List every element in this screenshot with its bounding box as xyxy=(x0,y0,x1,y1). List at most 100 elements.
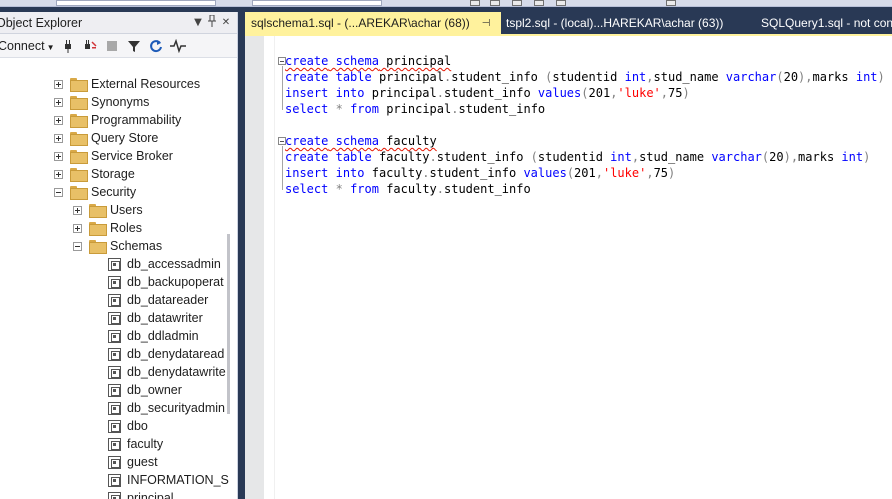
tree-node-folder[interactable]: Synonyms xyxy=(54,93,149,111)
tree-node-schema[interactable]: db_backupoperat xyxy=(108,273,224,291)
tree-node-label: Users xyxy=(110,203,143,217)
expand-plus-icon[interactable] xyxy=(73,223,82,233)
code-line[interactable]: insert into principal.student_info value… xyxy=(285,85,690,101)
expand-plus-icon[interactable] xyxy=(54,151,63,161)
code-token: 201 xyxy=(588,86,611,100)
connect-plug-icon[interactable] xyxy=(60,38,76,54)
expand-plus-icon[interactable] xyxy=(54,79,63,89)
code-token: int xyxy=(855,70,878,84)
toolbar-button-icon[interactable] xyxy=(490,0,500,6)
tree-node-schema[interactable]: db_accessadmin xyxy=(108,255,221,273)
schema-icon xyxy=(108,419,121,433)
collapse-region-icon[interactable] xyxy=(278,137,286,145)
collapse-minus-icon[interactable] xyxy=(54,187,63,197)
code-line[interactable]: insert into faculty.student_info values(… xyxy=(285,165,675,181)
tree-node-schema[interactable]: db_ddladmin xyxy=(108,327,199,345)
toolbar-button-icon[interactable] xyxy=(556,0,566,6)
code-token: from xyxy=(350,182,379,196)
schema-icon xyxy=(108,257,121,271)
code-token: varchar xyxy=(711,150,762,164)
code-token: int xyxy=(610,150,632,164)
tree-node-folder[interactable]: Roles xyxy=(73,219,142,237)
expand-plus-icon[interactable] xyxy=(73,205,82,215)
refresh-icon[interactable] xyxy=(148,38,164,54)
code-token: principal xyxy=(378,54,452,68)
tree-node-schema[interactable]: db_securityadmin xyxy=(108,399,225,417)
code-line[interactable]: create table principal.student_info (stu… xyxy=(285,69,885,85)
tab-sqlschema1[interactable]: sqlschema1.sql - (...AREKAR\achar (68)) … xyxy=(245,12,501,34)
tree-node-schema[interactable]: db_owner xyxy=(108,381,182,399)
folder-icon xyxy=(70,96,88,110)
code-line[interactable]: create schema faculty xyxy=(285,133,437,149)
disconnect-icon[interactable] xyxy=(82,38,98,54)
tree-node-folder[interactable]: Programmability xyxy=(54,111,181,129)
tree-node-schema[interactable]: faculty xyxy=(108,435,163,453)
close-icon[interactable]: ✕ xyxy=(500,16,501,30)
tree-node-label: db_denydatawrite xyxy=(127,365,226,379)
code-token: 201 xyxy=(574,166,596,180)
tree-node-schema[interactable]: principal xyxy=(108,489,174,499)
toolbar-button-icon[interactable] xyxy=(666,0,676,6)
toolbar-button-icon[interactable] xyxy=(534,0,544,6)
tree-node-schema[interactable]: db_denydatawrite xyxy=(108,363,226,381)
tree-node-folder[interactable]: Query Store xyxy=(54,129,158,147)
tree-node-schema[interactable]: guest xyxy=(108,453,158,471)
expand-plus-icon[interactable] xyxy=(54,169,63,179)
tree-node-schema[interactable]: db_denydataread xyxy=(108,345,224,363)
code-token: ) xyxy=(682,86,690,100)
folder-icon xyxy=(70,186,88,200)
tree-node-label: guest xyxy=(127,455,158,469)
query-editor[interactable]: create schema principal create table prin… xyxy=(245,36,892,499)
pin-icon[interactable]: ⊣ xyxy=(482,18,491,29)
toolbar-button-icon[interactable] xyxy=(512,0,522,6)
tree-scrollbar[interactable] xyxy=(227,234,230,414)
schema-icon xyxy=(108,473,121,487)
tree-node-schema[interactable]: INFORMATION_S xyxy=(108,471,229,489)
tree-node-label: db_backupoperat xyxy=(127,275,224,289)
tab-tspl2[interactable]: tspl2.sql - (local)...HAREKAR\achar (63)… xyxy=(506,12,731,34)
code-line[interactable]: create schema principal xyxy=(285,53,451,69)
indicator-margin xyxy=(245,36,264,499)
tree-node-folder[interactable]: Service Broker xyxy=(54,147,173,165)
code-token: ) xyxy=(863,150,871,164)
stop-icon[interactable] xyxy=(104,38,120,54)
toolbar-combo-box[interactable] xyxy=(56,0,216,6)
code-token: int xyxy=(841,150,864,164)
tree-node-folder[interactable]: Users xyxy=(73,201,143,219)
activity-monitor-icon[interactable] xyxy=(170,38,187,54)
code-token: principal xyxy=(378,102,452,116)
tab-sqlquery1[interactable]: SQLQuery1.sql - not connected xyxy=(761,12,892,34)
connect-button[interactable]: Connect ▼ xyxy=(0,39,54,53)
collapse-region-icon[interactable] xyxy=(278,57,286,65)
pin-icon[interactable] xyxy=(205,14,219,30)
expand-plus-icon[interactable] xyxy=(54,133,63,143)
toolbar-button-icon[interactable] xyxy=(470,0,480,6)
code-line[interactable]: create table faculty.student_info (stude… xyxy=(285,149,870,165)
tree-node-folder[interactable]: Security xyxy=(54,183,136,201)
collapse-minus-icon[interactable] xyxy=(73,241,82,251)
fold-guide-line xyxy=(282,146,283,190)
filter-icon[interactable] xyxy=(126,38,142,54)
code-line[interactable]: select * from faculty.student_info xyxy=(285,181,531,197)
tree-node-schema[interactable]: db_datawriter xyxy=(108,309,203,327)
expand-plus-icon[interactable] xyxy=(54,115,63,125)
expand-plus-icon[interactable] xyxy=(54,97,63,107)
tree-node-label: db_datareader xyxy=(127,293,209,307)
tree-node-label: Service Broker xyxy=(91,149,173,163)
tree-node-label: db_accessadmin xyxy=(127,257,221,271)
code-token: , xyxy=(595,166,603,180)
tree-node-folder[interactable]: External Resources xyxy=(54,75,200,93)
code-token: create xyxy=(285,54,329,68)
code-token: 75 xyxy=(653,166,669,180)
tree-node-folder[interactable]: Storage xyxy=(54,165,135,183)
tree-node-schema[interactable]: db_datareader xyxy=(108,291,208,309)
code-line[interactable]: select * from principal.student_info xyxy=(285,101,545,117)
close-icon[interactable]: ✕ xyxy=(219,17,233,28)
code-token: * xyxy=(335,182,343,196)
toolbar-search-box[interactable] xyxy=(252,0,382,6)
tree-node-schema[interactable]: dbo xyxy=(108,417,148,435)
dropdown-arrow-icon[interactable]: ▼ xyxy=(191,17,205,28)
tree-node-folder[interactable]: Schemas xyxy=(73,237,162,255)
object-explorer-toolbar: Connect ▼ xyxy=(0,34,237,58)
